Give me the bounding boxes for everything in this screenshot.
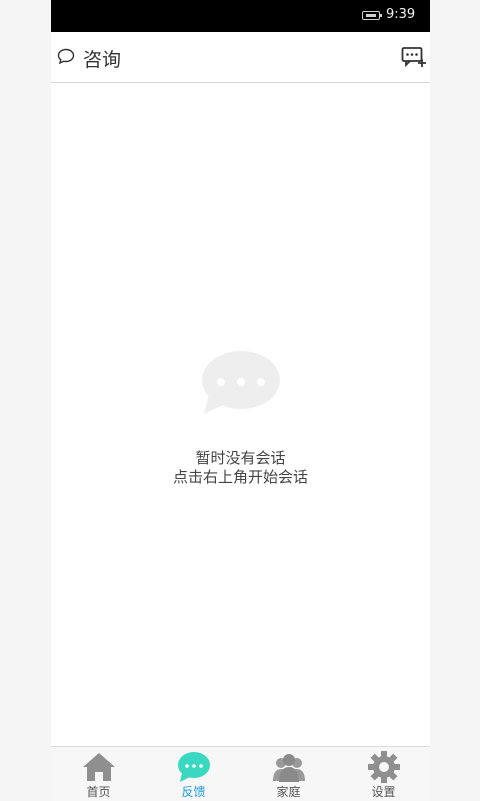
family-icon bbox=[273, 754, 305, 782]
status-bar: 9:39 bbox=[51, 0, 430, 32]
battery-icon bbox=[362, 11, 382, 20]
tab-feedback[interactable]: 反馈 bbox=[146, 747, 241, 801]
tab-settings-label: 设置 bbox=[371, 785, 396, 799]
tab-feedback-label: 反馈 bbox=[181, 785, 206, 799]
tab-family-label: 家庭 bbox=[276, 785, 301, 799]
gear-icon bbox=[368, 751, 400, 783]
tab-home[interactable]: 首页 bbox=[51, 747, 146, 801]
app-header: 咨询 bbox=[51, 32, 430, 83]
chat-bubble-outline-icon bbox=[57, 48, 75, 65]
page-title: 咨询 bbox=[83, 49, 122, 71]
status-time: 9:39 bbox=[386, 7, 416, 22]
tab-home-label: 首页 bbox=[86, 785, 111, 799]
tab-family[interactable]: 家庭 bbox=[241, 747, 336, 801]
chat-bubble-ellipsis-icon bbox=[202, 351, 280, 414]
app-screen: 9:39 咨询 暂时没有会话 点击右上角开始会话 首页 反馈 家庭 设置 bbox=[51, 0, 430, 801]
bottom-tab-bar: 首页 反馈 家庭 设置 bbox=[51, 746, 430, 801]
empty-state-line2: 点击右上角开始会话 bbox=[172, 468, 308, 486]
tab-settings[interactable]: 设置 bbox=[336, 747, 431, 801]
empty-state-line1: 暂时没有会话 bbox=[195, 449, 286, 467]
new-message-icon[interactable] bbox=[401, 46, 427, 68]
home-icon bbox=[83, 753, 115, 781]
chat-icon bbox=[178, 752, 210, 782]
